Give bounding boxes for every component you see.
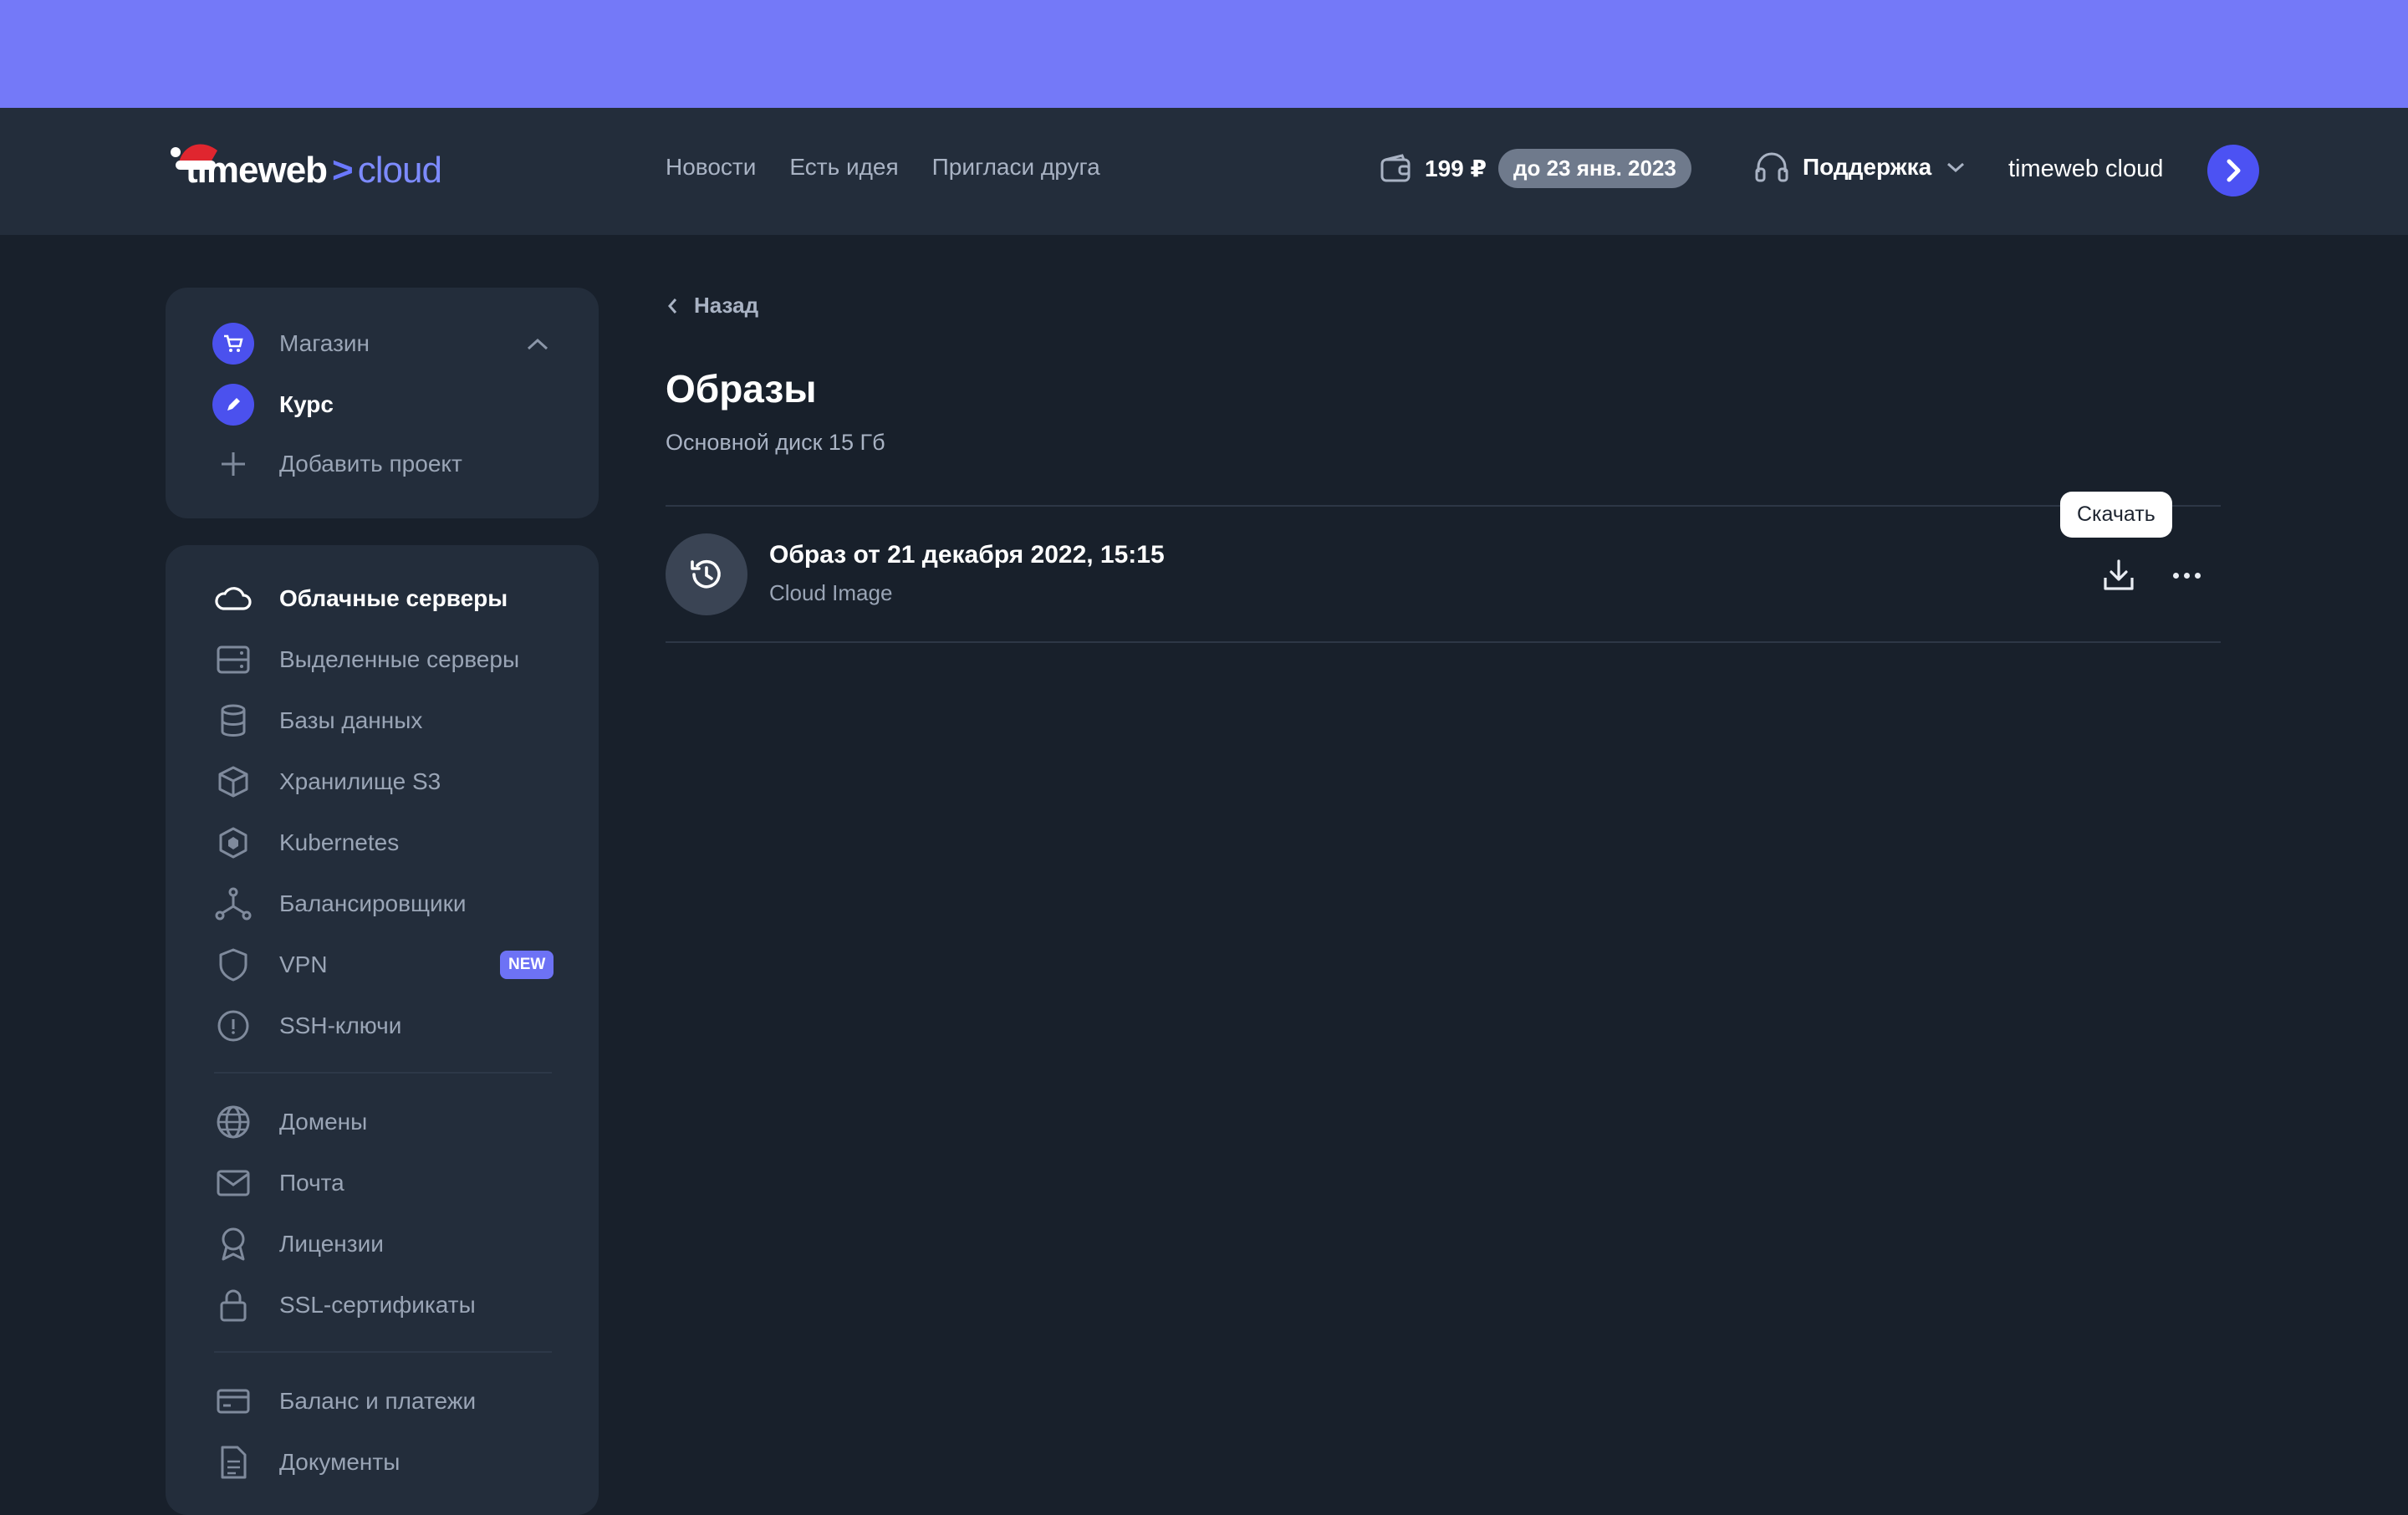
- sidebar-item-label: Баланс и платежи: [279, 1388, 477, 1414]
- chevron-up-icon[interactable]: [525, 336, 550, 353]
- sidebar-item-ssl[interactable]: SSL-сертификаты: [212, 1282, 476, 1329]
- image-type: Cloud Image: [769, 580, 893, 605]
- more-dot-icon: [2183, 572, 2190, 579]
- award-icon: [212, 1223, 254, 1265]
- sidebar-item-dedicated[interactable]: Выделенные серверы: [212, 636, 519, 683]
- nav-idea[interactable]: Есть идея: [789, 154, 898, 181]
- image-title[interactable]: Образ от 21 декабря 2022, 15:15: [769, 541, 1165, 569]
- document-icon: [212, 1441, 254, 1483]
- download-tooltip: Скачать: [2060, 492, 2172, 538]
- sidebar-item-cloud-servers[interactable]: Облачные серверы: [212, 575, 508, 622]
- sidebar-item-label: Облачные серверы: [279, 585, 508, 611]
- santa-hat-icon: [171, 144, 217, 170]
- headset-icon: [1755, 152, 1788, 182]
- support-label: Поддержка: [1803, 154, 1932, 180]
- sidebar-item-label: Выделенные серверы: [279, 646, 520, 672]
- sidebar-divider: [214, 1072, 552, 1074]
- balance-until-badge: до 23 янв. 2023: [1497, 149, 1691, 188]
- top-banner: [0, 0, 2408, 108]
- sidebar-item-licenses[interactable]: Лицензии: [212, 1221, 384, 1268]
- support-dropdown[interactable]: Поддержка: [1754, 150, 1967, 184]
- sidebar-item-label: VPN: [279, 951, 328, 977]
- chevron-down-icon: [1947, 162, 1965, 173]
- cloud-icon: [212, 578, 254, 620]
- sidebar-item-label: SSL-сертификаты: [279, 1292, 476, 1318]
- project-item-course[interactable]: Курс: [212, 381, 334, 428]
- lock-icon: [212, 1284, 254, 1326]
- page-subtitle: Основной диск 15 Гб: [666, 430, 885, 455]
- cube-icon: [212, 761, 254, 803]
- chevron-right-icon: [2227, 159, 2241, 182]
- cart-icon: [212, 323, 254, 365]
- kubernetes-icon: [212, 822, 254, 864]
- sidebar-divider: [214, 1351, 552, 1353]
- project-item-shop[interactable]: Магазин: [212, 320, 370, 367]
- nav-news[interactable]: Новости: [666, 154, 756, 181]
- add-project-button[interactable]: Добавить проект: [212, 441, 462, 487]
- sidebar-item-label: Хранилище S3: [279, 768, 441, 794]
- sidebar-item-documents[interactable]: Документы: [212, 1439, 400, 1486]
- services-sidebar: Облачные серверы Выделенные серверы Базы…: [166, 545, 599, 1515]
- history-icon: [666, 533, 747, 615]
- page-title: Образы: [666, 367, 817, 411]
- sidebar-item-label: Kubernetes: [279, 829, 400, 855]
- vpn-new-badge: NEW: [500, 951, 554, 979]
- balance-widget[interactable]: 199 ₽ до 23 янв. 2023: [1380, 149, 1691, 188]
- card-icon: [212, 1380, 254, 1422]
- sidebar-item-mail[interactable]: Почта: [212, 1160, 344, 1206]
- chevron-left-icon: [668, 298, 677, 314]
- wallet-icon: [1380, 153, 1411, 181]
- list-divider-top: [666, 505, 2221, 507]
- projects-panel: Магазин Курс Добавить проект: [166, 288, 599, 518]
- globe-icon: [212, 1101, 254, 1143]
- logo-separator: >: [332, 150, 354, 191]
- project-item-label: Курс: [279, 391, 334, 417]
- header-nav: Новости Есть идея Пригласи друга: [666, 154, 1100, 181]
- logo-word-cloud: cloud: [357, 150, 442, 191]
- balance-amount: 199 ₽: [1425, 156, 1487, 181]
- sidebar-item-label: Документы: [279, 1449, 400, 1475]
- back-link[interactable]: Назад: [666, 293, 758, 319]
- project-item-label: Магазин: [279, 330, 370, 356]
- sidebar-item-label: Базы данных: [279, 707, 423, 733]
- balancer-icon: [212, 883, 254, 925]
- list-divider-bottom: [666, 641, 2221, 643]
- add-project-label: Добавить проект: [279, 451, 462, 477]
- sidebar-item-ssh-keys[interactable]: SSH-ключи: [212, 1002, 401, 1049]
- sidebar-item-balancers[interactable]: Балансировщики: [212, 880, 467, 927]
- project-shop-icon-wrap: [212, 323, 254, 365]
- more-dot-icon: [2172, 572, 2179, 579]
- shield-icon: [212, 944, 254, 986]
- download-button[interactable]: [2099, 555, 2139, 595]
- mail-icon: [212, 1162, 254, 1204]
- download-icon: [2104, 559, 2134, 590]
- sidebar-item-label: Балансировщики: [279, 890, 467, 916]
- sidebar-item-label: Лицензии: [279, 1231, 384, 1257]
- sidebar-item-domains[interactable]: Домены: [212, 1099, 367, 1145]
- account-name[interactable]: timeweb cloud: [2008, 156, 2163, 183]
- nav-invite[interactable]: Пригласи друга: [932, 154, 1100, 181]
- project-course-icon-wrap: [212, 384, 254, 426]
- sidebar-item-billing[interactable]: Баланс и платежи: [212, 1378, 476, 1425]
- plus-icon: [212, 443, 254, 485]
- timeweb-cloud-logo[interactable]: timeweb > cloud: [167, 137, 442, 204]
- sidebar-item-label: Домены: [279, 1109, 368, 1135]
- back-label: Назад: [694, 293, 759, 318]
- sidebar-item-label: SSH-ключи: [279, 1013, 402, 1038]
- server-icon: [212, 639, 254, 681]
- account-arrow-button[interactable]: [2207, 145, 2259, 196]
- pencil-icon: [212, 384, 254, 426]
- sidebar-item-vpn[interactable]: VPN: [212, 941, 328, 988]
- more-dot-icon: [2194, 572, 2201, 579]
- more-options-button[interactable]: [2166, 555, 2207, 595]
- sidebar-item-label: Почта: [279, 1170, 344, 1196]
- sidebar-item-s3[interactable]: Хранилище S3: [212, 758, 441, 805]
- database-icon: [212, 700, 254, 742]
- key-icon: [212, 1005, 254, 1047]
- sidebar-item-databases[interactable]: Базы данных: [212, 697, 422, 744]
- sidebar-item-kubernetes[interactable]: Kubernetes: [212, 819, 399, 866]
